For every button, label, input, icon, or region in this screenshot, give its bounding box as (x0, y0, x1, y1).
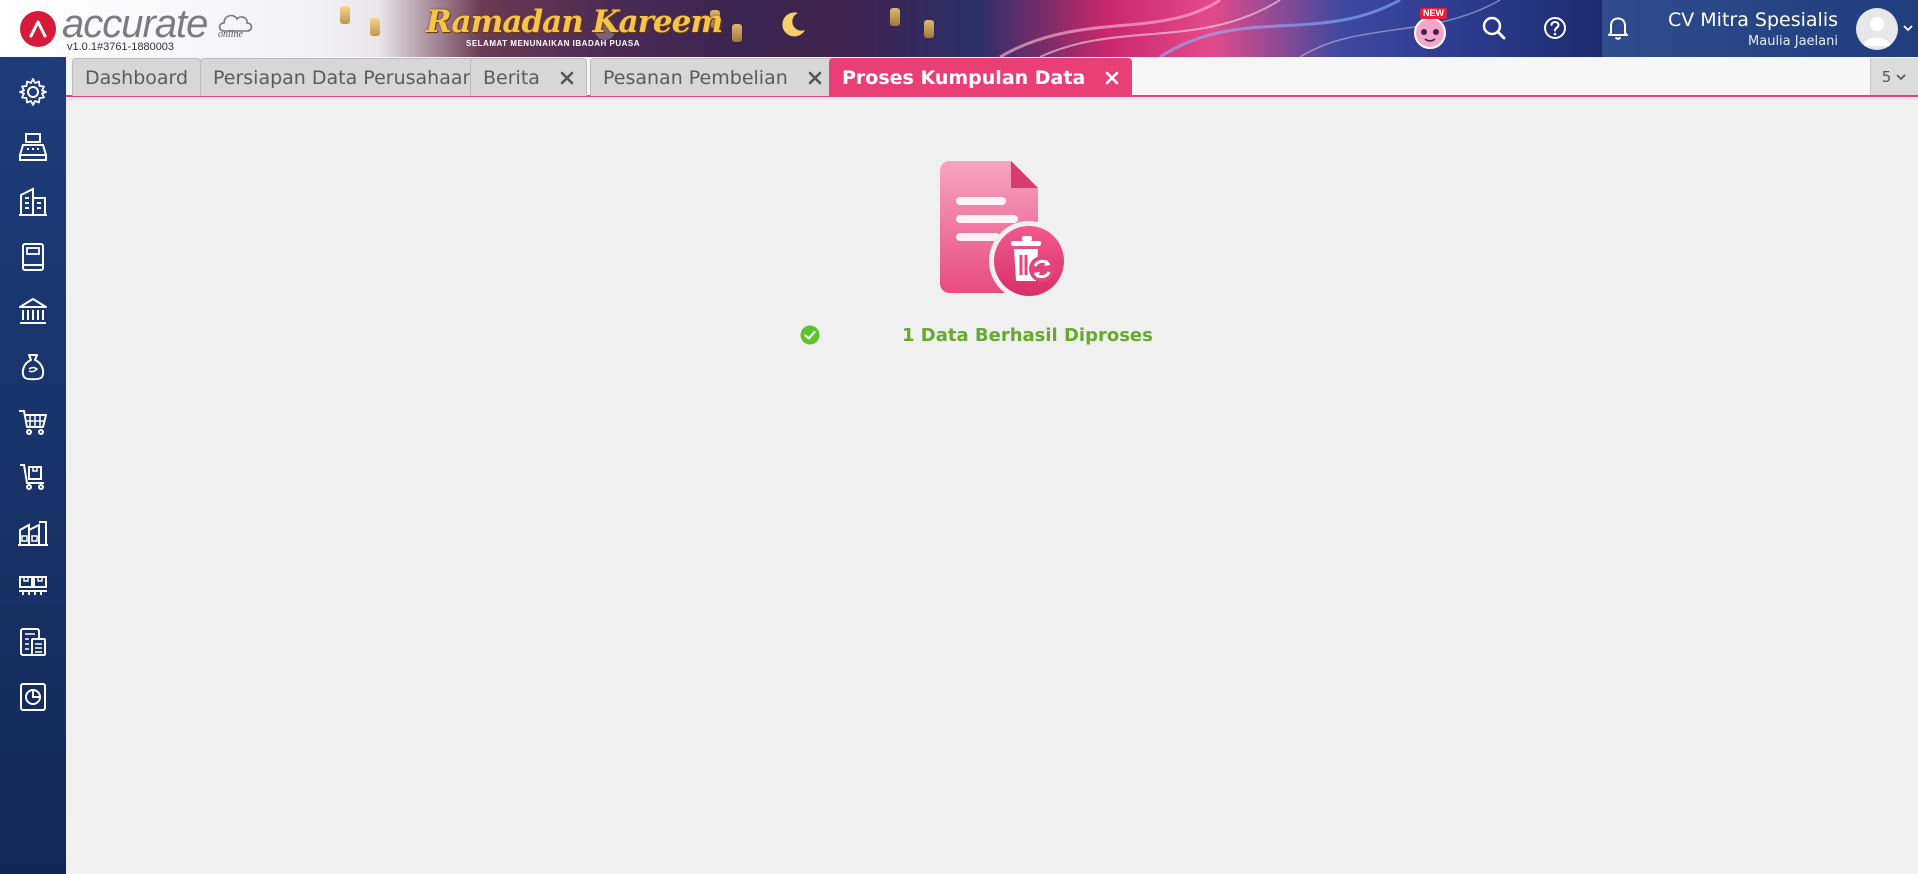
close-icon[interactable] (560, 71, 574, 85)
sidebar-item-bank[interactable] (12, 291, 54, 333)
document-delete-process-icon (940, 161, 1069, 301)
notifications-button[interactable] (1602, 12, 1634, 44)
tab-pesanan-pembelian[interactable]: Pesanan Pembelian (590, 58, 835, 96)
sidebar-item-cash-register[interactable] (12, 126, 54, 168)
gear-icon (19, 78, 47, 106)
lantern-decoration (924, 20, 934, 38)
sidebar-item-ledger[interactable] (12, 236, 54, 278)
logo-area[interactable]: accurate online v1.0.1#3761-1880003 (0, 0, 300, 57)
accurate-logo-icon (20, 11, 56, 47)
tab-dashboard[interactable]: Dashboard (72, 58, 202, 96)
sidebar-item-warehouse[interactable] (12, 511, 54, 553)
app-window: accurate online v1.0.1#3761-1880003 Rama… (0, 0, 1918, 874)
tab-berita[interactable]: Berita (470, 58, 587, 96)
bell-icon (1608, 17, 1628, 40)
sidebar-item-sales[interactable] (12, 401, 54, 443)
ramadan-banner: Ramadan Kareem SELAMAT MENUNAIKAN IBADAH… (300, 0, 1602, 57)
ledger-book-icon (22, 243, 44, 271)
lantern-decoration (370, 18, 380, 36)
close-icon[interactable] (808, 71, 822, 85)
sidebar-item-reports[interactable] (12, 676, 54, 718)
user-name: Maulia Jaelani (1748, 34, 1838, 49)
tab-overflow-dropdown[interactable]: 5 (1870, 58, 1918, 95)
top-bar: accurate online v1.0.1#3761-1880003 Rama… (0, 0, 1918, 57)
check-circle-icon (800, 325, 820, 345)
chevron-down-icon (1896, 73, 1906, 80)
new-badge: NEW (1420, 8, 1447, 19)
company-user-menu[interactable]: CV Mitra Spesialis Maulia Jaelani (1602, 0, 1918, 57)
banner-title: Ramadan Kareem (426, 4, 723, 40)
user-avatar-icon (1864, 17, 1890, 46)
warehouse-icon (18, 521, 48, 546)
app-version: v1.0.1#3761-1880003 (67, 41, 175, 53)
tab-label: Dashboard (85, 66, 189, 89)
avatar[interactable] (1856, 8, 1898, 50)
tab-label: Persiapan Data Perusahaan (213, 66, 475, 89)
brand-sub: online (218, 29, 243, 40)
sidebar-item-company[interactable] (12, 181, 54, 223)
report-chart-icon (20, 683, 46, 711)
search-icon (1482, 16, 1506, 40)
shopping-cart-icon (19, 410, 47, 435)
result-message: 1 Data Berhasil Diproses (902, 324, 1153, 346)
process-result: 1 Data Berhasil Diproses (800, 322, 1153, 348)
help-icon (1544, 17, 1566, 39)
inventory-icon (19, 576, 47, 595)
delivery-cart-icon (20, 464, 44, 490)
banner-subtitle: SELAMAT MENUNAIKAN IBADAH PUASA (466, 39, 641, 48)
company-building-icon (19, 187, 47, 216)
brand-name: accurate (62, 2, 208, 46)
lantern-decoration (340, 6, 350, 24)
tab-label: Berita (483, 66, 540, 89)
lantern-decoration (732, 24, 742, 42)
help-button[interactable] (1539, 12, 1571, 44)
sidebar-item-tax[interactable] (12, 621, 54, 663)
sidebar-item-cash[interactable] (12, 346, 54, 388)
lantern-decoration (890, 8, 900, 26)
cash-register-icon (18, 133, 48, 161)
tab-label: Proses Kumpulan Data (842, 66, 1086, 89)
crescent-moon-icon (782, 12, 805, 37)
sidebar-item-inventory[interactable] (12, 566, 54, 608)
sidebar-item-settings[interactable] (12, 71, 54, 113)
tab-count: 5 (1881, 67, 1892, 86)
sidebar-item-purchase[interactable] (12, 456, 54, 498)
search-button[interactable] (1478, 12, 1510, 44)
tax-icon (20, 628, 46, 656)
bank-icon (19, 298, 47, 324)
tab-strip: Dashboard Persiapan Data Perusahaan Beri… (66, 57, 1918, 97)
tab-proses-kumpulan-data[interactable]: Proses Kumpulan Data (829, 58, 1133, 96)
main-content: 1 Data Berhasil Diproses (66, 99, 1918, 874)
tab-persiapan-data-perusahaan[interactable]: Persiapan Data Perusahaan (200, 58, 488, 96)
chevron-down-icon (1903, 25, 1913, 32)
company-name: CV Mitra Spesialis (1667, 9, 1838, 31)
sidebar (0, 57, 66, 874)
close-icon[interactable] (1105, 71, 1119, 85)
tab-label: Pesanan Pembelian (603, 66, 788, 89)
money-bag-icon (21, 354, 45, 381)
